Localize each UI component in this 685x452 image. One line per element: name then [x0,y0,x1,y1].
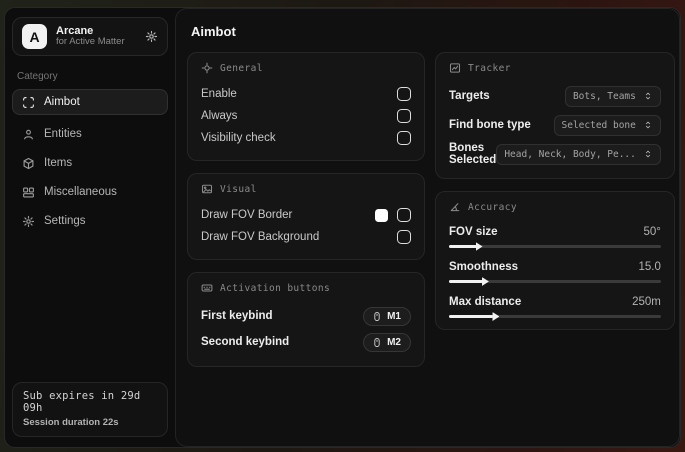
visibility-check-checkbox[interactable] [397,131,411,145]
dropdown-value: Bots, Teams [572,90,636,102]
sidebar-item-label: Settings [44,215,86,227]
app-logo: A [22,24,47,49]
setting-label: FOV size [449,225,498,238]
unfold-icon [643,91,653,101]
keybind-value: M1 [387,310,401,322]
find-bone-type-dropdown[interactable]: Selected bone [553,114,661,136]
setting-label: First keybind [201,310,273,322]
setting-label: Draw FOV Background [201,231,320,243]
accuracy-card: Accuracy FOV size 50° Smoothness 15.0 Ma… [435,191,675,330]
smoothness-value: 15.0 [638,260,661,273]
setting-row-first-keybind: First keybind M1 [201,303,411,329]
setting-row-targets: Targets Bots, Teams [449,83,661,109]
brand-card: A Arcane for Active Matter [12,17,168,56]
unfold-icon [643,149,653,159]
fov-size-slider[interactable] [449,245,661,248]
sub-expires-text: Sub expires in 29d 09h [23,390,141,414]
mouse-icon [372,337,382,348]
scan-icon [22,96,35,109]
max-distance-value: 250m [632,295,661,308]
page-title: Aimbot [191,24,236,39]
setting-label: Bones Selected [449,142,497,166]
subscription-status-card: Sub expires in 29d 09h Session duration … [12,382,168,437]
sidebar-item-items[interactable]: Items [12,150,168,176]
activation-buttons-card: Activation buttons First keybind M1 Seco… [187,272,425,367]
sidebar-item-settings[interactable]: Settings [12,208,168,234]
setting-label: Targets [449,90,490,102]
setting-label: Always [201,110,238,122]
sidebar: A Arcane for Active Matter Category Aimb… [5,8,175,447]
section-title: Tracker [468,62,511,74]
image-icon [201,183,213,195]
setting-row-max-distance: Max distance 250m [449,292,661,318]
session-duration-text: Session duration 22s [23,417,119,428]
setting-row-bones-selected: Bones Selected Head, Neck, Body, Pe... [449,141,661,167]
setting-row-always: Always [201,105,411,127]
section-title: General [220,62,263,74]
fov-size-value: 50° [643,225,661,238]
sidebar-item-label: Entities [44,128,82,140]
setting-label: Smoothness [449,260,519,273]
setting-row-enable: Enable [201,83,411,105]
setting-row-second-keybind: Second keybind M2 [201,329,411,355]
layout-icon [22,186,35,199]
app-subtitle: for Active Matter [56,36,125,48]
setting-row-draw-fov-background: Draw FOV Background [201,226,411,248]
sidebar-item-entities[interactable]: Entities [12,121,168,147]
gear-icon [22,215,35,228]
mouse-icon [372,311,382,322]
sidebar-item-label: Items [44,157,73,169]
sidebar-item-miscellaneous[interactable]: Miscellaneous [12,179,168,205]
keybind-value: M2 [387,336,401,348]
sidebar-item-label: Miscellaneous [44,186,117,198]
first-keybind-button[interactable]: M1 [363,306,411,326]
brand-text: Arcane for Active Matter [56,25,125,49]
sidebar-item-label: Aimbot [44,96,80,108]
setting-label: Second keybind [201,336,290,348]
setting-label: Visibility check [201,132,276,144]
bones-selected-dropdown[interactable]: Head, Neck, Body, Pe... [496,143,661,165]
angle-icon [449,201,461,213]
slider-fill[interactable] [449,280,483,283]
setting-row-visibility-check: Visibility check [201,127,411,149]
second-keybind-button[interactable]: M2 [363,332,411,352]
targets-dropdown[interactable]: Bots, Teams [564,85,661,107]
max-distance-slider[interactable] [449,315,661,318]
main-panel: Aimbot General Enable Always Visibility … [175,8,680,447]
visual-card: Visual Draw FOV Border Draw FOV Backgrou… [187,173,425,260]
slider-fill[interactable] [449,315,494,318]
crosshair-icon [201,62,213,74]
category-label: Category [17,71,58,82]
always-checkbox[interactable] [397,109,411,123]
slider-fill[interactable] [449,245,477,248]
setting-label: Max distance [449,295,522,308]
setting-row-find-bone-type: Find bone type Selected bone [449,112,661,138]
section-title: Visual [220,183,257,195]
fov-border-color-swatch[interactable] [375,208,388,222]
cube-icon [22,157,35,170]
dropdown-value: Selected bone [561,119,636,131]
setting-label: Draw FOV Border [201,209,293,221]
setting-label: Enable [201,88,237,100]
sidebar-item-aimbot[interactable]: Aimbot [12,89,168,115]
general-card: General Enable Always Visibility check [187,52,425,161]
chart-icon [449,62,461,74]
draw-fov-border-checkbox[interactable] [397,208,411,222]
setting-row-fov-size: FOV size 50° [449,222,661,248]
dropdown-value: Head, Neck, Body, Pe... [504,148,636,160]
app-window: A Arcane for Active Matter Category Aimb… [4,7,681,448]
smoothness-slider[interactable] [449,280,661,283]
unfold-icon [643,120,653,130]
section-title: Accuracy [468,201,517,213]
enable-checkbox[interactable] [397,87,411,101]
keyboard-icon [201,282,213,294]
setting-row-smoothness: Smoothness 15.0 [449,257,661,283]
gear-icon[interactable] [145,30,158,43]
setting-row-draw-fov-border: Draw FOV Border [201,204,411,226]
draw-fov-background-checkbox[interactable] [397,230,411,244]
setting-label: Find bone type [449,119,531,131]
section-title: Activation buttons [220,282,331,294]
person-icon [22,128,35,141]
tracker-card: Tracker Targets Bots, Teams Find bone ty… [435,52,675,179]
